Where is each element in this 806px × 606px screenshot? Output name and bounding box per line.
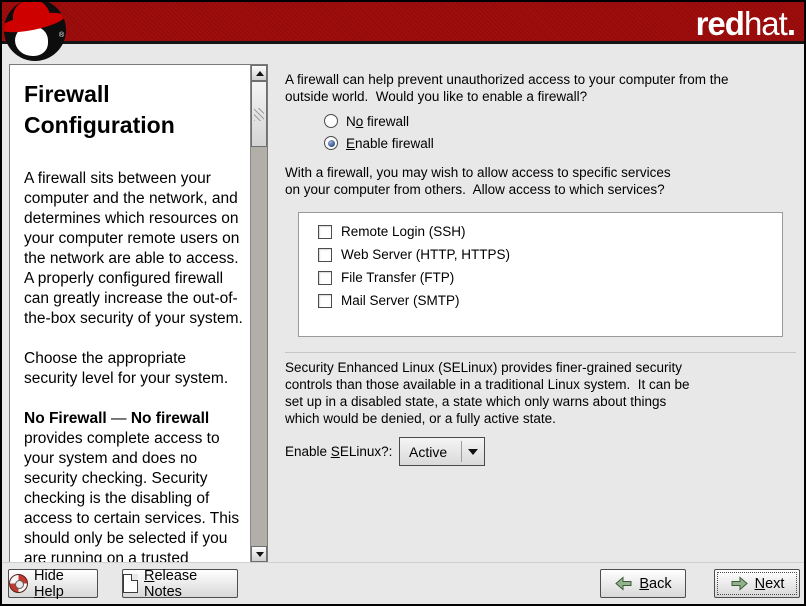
selinux-row: Enable SELinux?: Active: [285, 437, 392, 466]
wordmark-hat: hat: [744, 5, 787, 42]
firewall-radio-group: No firewall Enable firewall: [324, 110, 434, 154]
radio-icon-unselected[interactable]: [324, 114, 338, 128]
firewall-intro-line2: outside world. Would you like to enable …: [285, 88, 728, 105]
checkbox-ssh-label: Remote Login (SSH): [341, 224, 466, 239]
next-button[interactable]: Next: [714, 569, 800, 598]
release-notes-button[interactable]: Release Notes: [122, 569, 238, 598]
radio-enable-firewall[interactable]: Enable firewall: [324, 132, 434, 154]
wordmark-red: red: [696, 5, 744, 42]
scroll-up-button[interactable]: [251, 65, 267, 81]
firewall-intro: A firewall can help prevent unauthorized…: [285, 71, 728, 105]
services-intro: With a firewall, you may wish to allow a…: [285, 164, 671, 198]
hide-help-label: Hide Help: [34, 568, 97, 600]
scroll-down-arrow-icon: [256, 552, 264, 557]
chevron-down-icon: [468, 449, 478, 455]
help-text: Firewall Configuration A firewall sits b…: [11, 65, 249, 562]
radio-no-firewall[interactable]: No firewall: [324, 110, 434, 132]
radio-enable-firewall-label: Enable firewall: [346, 136, 434, 151]
installer-window: redhat. ® Firewall Configuration A firew…: [0, 0, 806, 606]
checkbox-http[interactable]: [318, 248, 332, 262]
selinux-desc-line1: Security Enhanced Linux (SELinux) provid…: [285, 359, 689, 376]
back-arrow-icon: [614, 576, 633, 591]
release-notes-label: Release Notes: [144, 568, 237, 600]
selinux-label: Enable SELinux?:: [285, 437, 392, 466]
help-title: Firewall Configuration: [24, 79, 243, 141]
radio-icon-selected[interactable]: [324, 136, 338, 150]
selinux-desc-line2: controls than those available in a tradi…: [285, 376, 689, 393]
section-separator: [285, 352, 796, 353]
services-intro-line1: With a firewall, you may wish to allow a…: [285, 164, 671, 181]
help-bold-no-firewall-2: No firewall: [131, 410, 209, 427]
service-row-http[interactable]: Web Server (HTTP, HTTPS): [318, 243, 782, 266]
checkbox-smtp[interactable]: [318, 294, 332, 308]
service-row-smtp[interactable]: Mail Server (SMTP): [318, 289, 782, 312]
services-box: Remote Login (SSH) Web Server (HTTP, HTT…: [298, 212, 783, 337]
combo-arrow-box: [462, 449, 484, 455]
registered-trademark: ®: [59, 32, 64, 39]
help-paragraph-3: No Firewall — No firewall provides compl…: [24, 409, 243, 562]
radio-no-firewall-label: No firewall: [346, 114, 409, 129]
help-bold-no-firewall: No Firewall: [24, 410, 107, 427]
selinux-desc-line4: which would be denied, or a fully active…: [285, 410, 689, 427]
back-button[interactable]: Back: [600, 569, 686, 598]
checkbox-smtp-label: Mail Server (SMTP): [341, 293, 460, 308]
help-paragraph-3-rest: provides complete access to your system …: [24, 430, 239, 562]
selinux-desc-line3: set up in a disabled state, a state whic…: [285, 393, 689, 410]
hide-help-button[interactable]: Hide Help: [8, 569, 98, 598]
service-row-ssh[interactable]: Remote Login (SSH): [318, 220, 782, 243]
footer-bar: Hide Help Release Notes Back Next: [2, 562, 804, 604]
selinux-combobox[interactable]: Active: [399, 437, 485, 466]
selinux-selected-value: Active: [400, 444, 461, 460]
help-panel: Firewall Configuration A firewall sits b…: [9, 64, 268, 563]
help-paragraph-2: Choose the appropriate security level fo…: [24, 349, 243, 389]
help-dash: —: [107, 410, 131, 427]
lifebuoy-help-icon: [9, 574, 28, 593]
selinux-description: Security Enhanced Linux (SELinux) provid…: [285, 359, 689, 427]
scroll-up-arrow-icon: [256, 71, 264, 76]
next-label: Next: [755, 576, 785, 592]
checkbox-http-label: Web Server (HTTP, HTTPS): [341, 247, 510, 262]
help-scrollbar[interactable]: [250, 65, 267, 562]
service-row-ftp[interactable]: File Transfer (FTP): [318, 266, 782, 289]
back-label: Back: [639, 576, 671, 592]
next-arrow-icon: [730, 576, 749, 591]
header-bar: redhat.: [2, 2, 804, 44]
firewall-config-pane: A firewall can help prevent unauthorized…: [285, 2, 801, 564]
wordmark-dot: .: [787, 5, 795, 42]
redhat-shadowman-icon: ®: [4, 0, 66, 61]
scroll-down-button[interactable]: [251, 546, 267, 562]
services-intro-line2: on your computer from others. Allow acce…: [285, 181, 671, 198]
checkbox-ssh[interactable]: [318, 225, 332, 239]
document-icon: [123, 574, 138, 593]
checkbox-ftp-label: File Transfer (FTP): [341, 270, 454, 285]
scroll-thumb[interactable]: [251, 81, 267, 147]
redhat-wordmark: redhat.: [696, 3, 795, 44]
help-paragraph-1: A firewall sits between your computer an…: [24, 169, 243, 329]
checkbox-ftp[interactable]: [318, 271, 332, 285]
firewall-intro-line1: A firewall can help prevent unauthorized…: [285, 71, 728, 88]
